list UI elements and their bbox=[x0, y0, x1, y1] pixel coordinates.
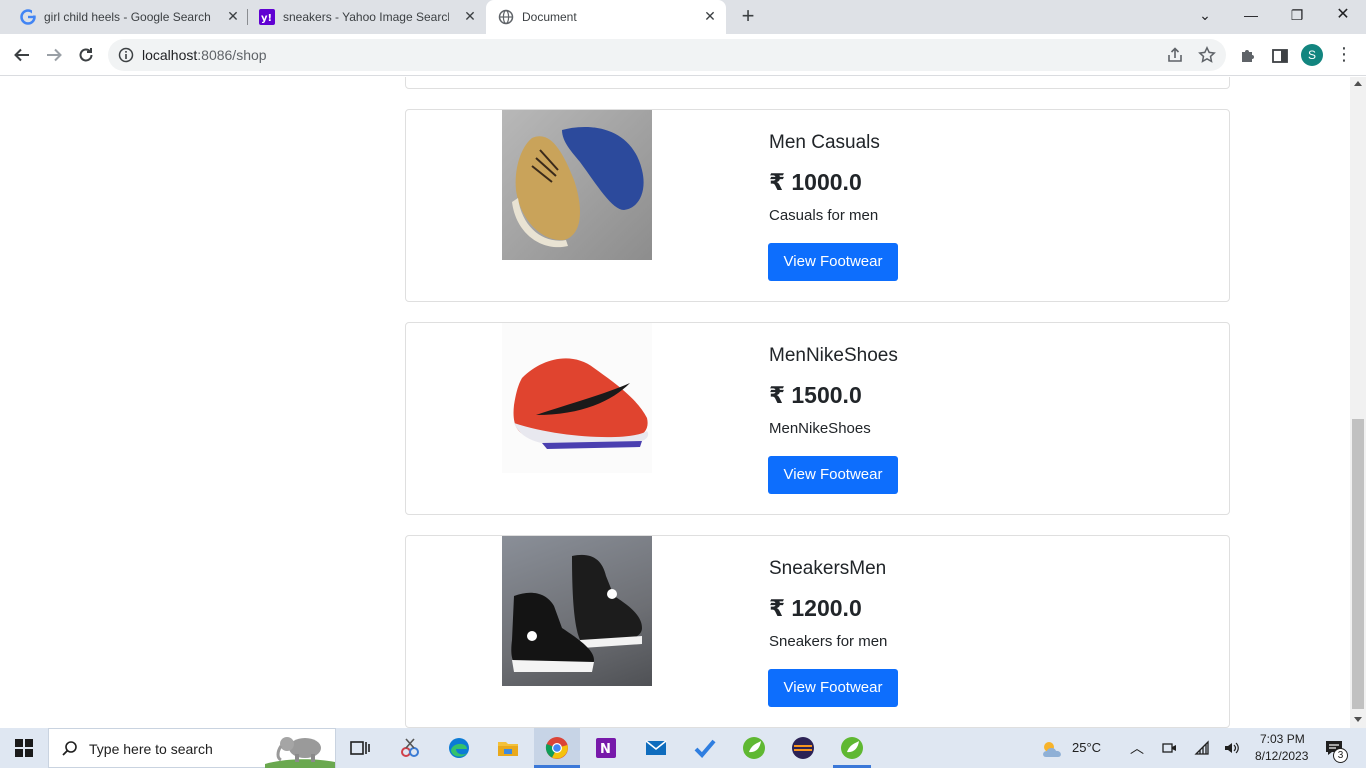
taskbar-date[interactable]: 8/12/2023 bbox=[1255, 749, 1308, 763]
share-icon[interactable] bbox=[1166, 46, 1184, 64]
close-icon[interactable]: ✕ bbox=[701, 8, 719, 25]
spring-tool-active-icon[interactable] bbox=[840, 736, 864, 760]
arrow-left-icon bbox=[14, 48, 29, 62]
product-card: SneakersMen ₹ 1200.0 Sneakers for men Vi… bbox=[405, 535, 1230, 728]
view-footwear-button[interactable]: View Footwear bbox=[768, 243, 898, 281]
url-host: localhost bbox=[142, 47, 198, 63]
restore-button[interactable]: ❐ bbox=[1274, 0, 1320, 30]
shoe-illustration bbox=[512, 126, 644, 248]
product-name: Men Casuals bbox=[769, 132, 880, 153]
windows-start-icon[interactable] bbox=[15, 739, 33, 757]
product-card: Men Casuals ₹ 1000.0 Casuals for men Vie… bbox=[405, 109, 1230, 302]
notification-badge: 3 bbox=[1333, 748, 1348, 763]
chrome-icon[interactable] bbox=[545, 736, 569, 760]
new-tab-button[interactable]: + bbox=[736, 5, 760, 29]
snipping-tool-icon[interactable] bbox=[398, 736, 422, 760]
svg-text:y!: y! bbox=[261, 13, 272, 24]
product-card: MenNikeShoes ₹ 1500.0 MenNikeShoes View … bbox=[405, 322, 1230, 515]
profile-initial: S bbox=[1307, 48, 1316, 62]
product-price: ₹ 1000.0 bbox=[769, 169, 862, 195]
view-footwear-button[interactable]: View Footwear bbox=[768, 456, 898, 494]
edge-browser-icon[interactable] bbox=[447, 736, 471, 760]
tab-search-icon[interactable]: ⌄ bbox=[1182, 0, 1228, 30]
browser-toolbar: localhost:8086/shop S ⋮ bbox=[0, 34, 1366, 76]
close-icon[interactable]: ✕ bbox=[224, 8, 242, 25]
svg-text:N: N bbox=[600, 742, 611, 757]
back-button[interactable] bbox=[9, 42, 35, 68]
extensions-puzzle-icon[interactable] bbox=[1239, 47, 1257, 65]
view-footwear-button[interactable]: View Footwear bbox=[768, 669, 898, 707]
show-hidden-icons-chevron-icon[interactable]: ︿ bbox=[1130, 738, 1144, 758]
url-path: :8086/shop bbox=[197, 47, 267, 63]
product-description: MenNikeShoes bbox=[769, 420, 871, 437]
weather-temperature[interactable]: 25°C bbox=[1072, 740, 1101, 755]
tab-title: sneakers - Yahoo Image Search R bbox=[283, 10, 449, 24]
scrollbar-thumb[interactable] bbox=[1352, 419, 1364, 709]
taskbar-search-placeholder: Type here to search bbox=[89, 741, 213, 757]
page-scrollbar[interactable] bbox=[1350, 77, 1366, 728]
browser-menu-icon[interactable]: ⋮ bbox=[1334, 43, 1354, 67]
shoe-illustration bbox=[511, 554, 642, 672]
forward-button[interactable] bbox=[41, 42, 67, 68]
volume-icon[interactable] bbox=[1223, 740, 1241, 756]
reload-icon bbox=[79, 48, 93, 62]
product-description: Casuals for men bbox=[769, 207, 879, 224]
globe-icon bbox=[498, 9, 514, 25]
profile-avatar[interactable]: S bbox=[1301, 44, 1323, 66]
task-view-icon[interactable] bbox=[348, 736, 372, 760]
google-icon bbox=[20, 9, 36, 25]
product-price: ₹ 1200.0 bbox=[769, 595, 862, 621]
tab-document[interactable]: Document ✕ bbox=[486, 0, 726, 34]
bookmark-star-icon[interactable] bbox=[1198, 46, 1216, 64]
tab-title: Document bbox=[522, 10, 577, 24]
url-text: localhost:8086/shop bbox=[142, 47, 267, 63]
search-icon bbox=[62, 741, 77, 756]
product-price: ₹ 1500.0 bbox=[769, 382, 862, 408]
side-panel-icon[interactable] bbox=[1271, 47, 1289, 65]
product-name: MenNikeShoes bbox=[769, 345, 898, 366]
onenote-icon[interactable]: N bbox=[594, 736, 618, 760]
product-name: SneakersMen bbox=[769, 558, 887, 579]
arrow-right-icon bbox=[47, 48, 62, 62]
tab-strip: girl child heels - Google Search ✕ y! sn… bbox=[0, 0, 1366, 34]
product-description: Sneakers for men bbox=[769, 633, 888, 650]
page-content: Men Casuals ₹ 1000.0 Casuals for men Vie… bbox=[0, 77, 1350, 728]
close-window-button[interactable]: ✕ bbox=[1320, 0, 1366, 30]
casual-shoes-image[interactable] bbox=[502, 110, 652, 260]
taskbar-time[interactable]: 7:03 PM bbox=[1260, 732, 1305, 746]
sneakers-image[interactable] bbox=[502, 536, 652, 686]
info-icon[interactable] bbox=[118, 47, 134, 63]
address-bar[interactable]: localhost:8086/shop bbox=[108, 39, 1226, 71]
tab-title: girl child heels - Google Search bbox=[44, 10, 211, 24]
elephant-search-highlight-icon bbox=[265, 737, 335, 768]
close-icon[interactable]: ✕ bbox=[461, 8, 479, 25]
weather-cloud-icon[interactable] bbox=[1040, 739, 1066, 759]
tab-yahoo-search[interactable]: y! sneakers - Yahoo Image Search R ✕ bbox=[247, 0, 485, 34]
nike-shoe-image[interactable] bbox=[502, 323, 652, 473]
mail-icon[interactable] bbox=[644, 736, 668, 760]
minimize-button[interactable]: — bbox=[1228, 0, 1274, 30]
spring-tool-icon[interactable] bbox=[742, 736, 766, 760]
notification-count: 3 bbox=[1337, 750, 1344, 761]
wifi-icon[interactable] bbox=[1194, 740, 1210, 756]
scroll-up-arrow-icon[interactable] bbox=[1354, 81, 1362, 86]
taskbar-search-box[interactable]: Type here to search bbox=[48, 728, 336, 768]
product-card-partial bbox=[405, 77, 1230, 89]
shoe-illustration bbox=[513, 358, 649, 449]
yahoo-icon: y! bbox=[259, 9, 275, 25]
meet-now-icon[interactable] bbox=[1161, 740, 1177, 756]
file-explorer-icon[interactable] bbox=[496, 736, 520, 760]
tab-google-search[interactable]: girl child heels - Google Search ✕ bbox=[8, 0, 246, 34]
windows-taskbar: Type here to search N 25°C ︿ 7:03 PM 8/1… bbox=[0, 728, 1366, 768]
reload-button[interactable] bbox=[73, 42, 99, 68]
todo-checkmark-icon[interactable] bbox=[693, 736, 717, 760]
scroll-down-arrow-icon[interactable] bbox=[1354, 717, 1362, 722]
eclipse-icon[interactable] bbox=[791, 736, 815, 760]
